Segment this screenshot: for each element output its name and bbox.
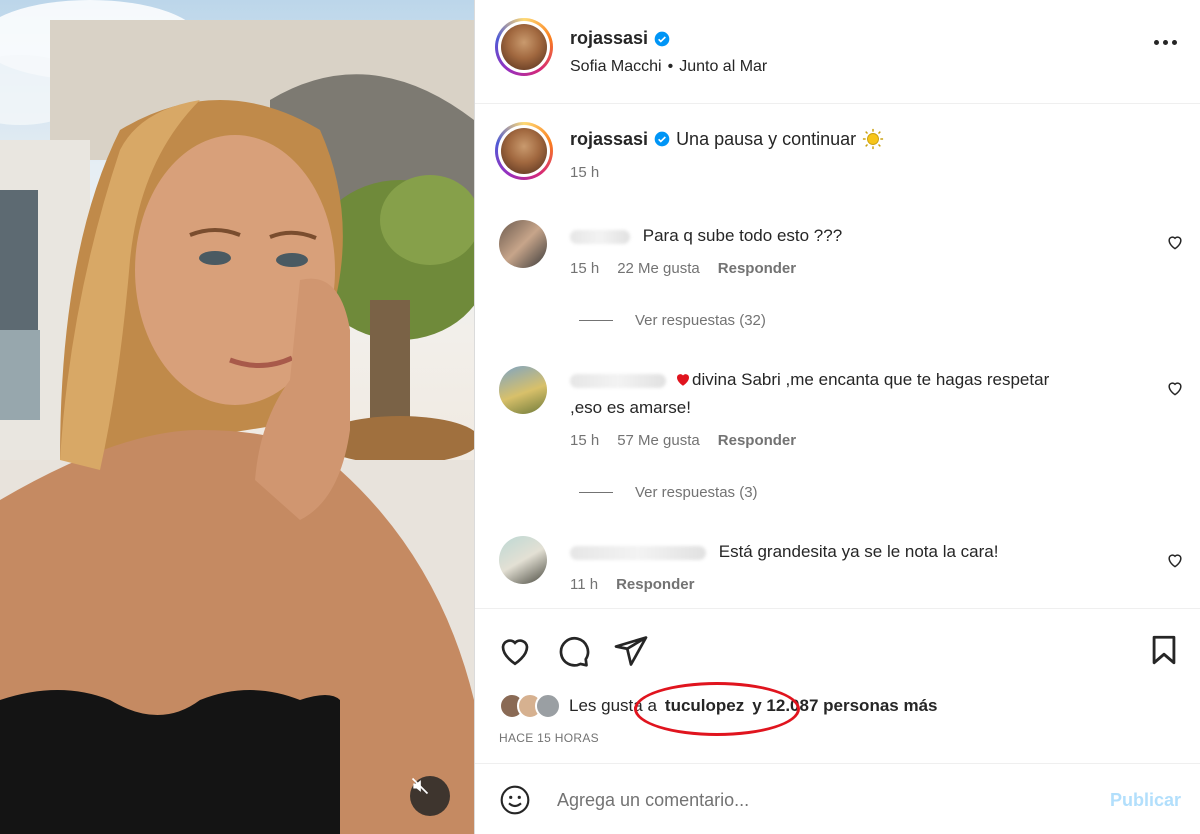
blurred-username [570,373,666,388]
comment-likes[interactable]: 22 Me gusta [617,260,700,277]
reply-button[interactable]: Responder [718,260,796,277]
sun-emoji-icon [863,128,884,150]
speaker-muted-icon [411,777,429,795]
comment-text-line: Está grandesita ya se le nota la cara! [570,538,998,566]
reply-button[interactable]: Responder [616,576,694,593]
save-bookmark-icon[interactable] [1147,633,1181,667]
verified-badge-icon [654,31,670,46]
likes-user[interactable]: tuculopez [665,696,744,716]
post-header: rojassasi Sofia Macchi • Junto al Mar [475,0,1200,104]
comment-text-line-2: ,eso es amarse! [570,398,691,417]
likes-prefix: Les gusta a [569,696,657,715]
verified-badge-icon [654,131,670,147]
caption-text: Una pausa y continuar [676,128,857,149]
blurred-username [570,545,706,560]
add-comment-bar: Publicar [475,766,1200,834]
comment-text-line: Para q sube todo esto ??? [570,222,842,250]
photo-illustration [0,0,474,834]
comment-text: Está grandesita ya se le nota la cara! [718,542,999,561]
more-options-icon[interactable] [1154,40,1177,45]
view-replies-label: Ver respuestas (3) [635,484,758,501]
likes-summary[interactable]: Les gusta a tuculopez y 12.087 personas … [499,693,937,719]
comment-bubble-icon[interactable] [555,633,591,669]
likes-suffix[interactable]: y 12.087 personas más [752,696,937,716]
comment-text-line: divina Sabri ,me encanta que te hagas re… [570,366,1049,394]
post-actions: Les gusta a tuculopez y 12.087 personas … [475,608,1200,764]
view-replies-button[interactable]: Ver respuestas (32) [579,312,766,329]
red-heart-emoji-icon [677,374,689,386]
post-side-panel: rojassasi Sofia Macchi • Junto al Mar ro… [474,0,1200,834]
view-replies-button[interactable]: Ver respuestas (3) [579,484,758,501]
like-heart-icon[interactable] [497,633,533,669]
blurred-username [570,229,630,244]
caption-username[interactable]: rojassasi [570,129,648,150]
comment-time: 15 h [570,260,600,277]
author-avatar[interactable] [495,18,553,76]
publish-button[interactable]: Publicar [1110,790,1181,811]
comment-time: 15 h [570,432,600,449]
commenter-avatar[interactable] [499,366,547,414]
comment-time: 11 h [570,576,599,593]
like-comment-heart-icon[interactable] [1165,550,1185,570]
author-username-row: rojassasi [570,28,670,49]
commenter-avatar[interactable] [499,536,547,584]
audio-separator: • [667,58,674,75]
author-username[interactable]: rojassasi [570,28,648,49]
caption-line: rojassasi Una pausa y continuar [570,128,884,150]
like-comment-heart-icon[interactable] [1165,232,1185,252]
instagram-post-window: rojassasi Sofia Macchi • Junto al Mar ro… [0,0,1200,834]
mute-audio-button[interactable] [410,776,450,816]
comment-input[interactable] [557,782,1077,818]
commenter-avatar[interactable] [499,220,547,268]
comment-meta: 15 h 57 Me gusta Responder [570,432,796,449]
comment-text: Para q sube todo esto ??? [642,226,843,245]
caption-time: 15 h [570,164,600,181]
share-paper-plane-icon[interactable] [613,633,649,669]
liker-avatars [499,693,561,719]
post-time-ago: HACE 15 HORAS [499,731,599,745]
caption-author-avatar[interactable] [495,122,553,180]
reply-button[interactable]: Responder [718,432,796,449]
comment-meta: 11 h Responder [570,576,694,593]
view-replies-label: Ver respuestas (32) [635,312,766,329]
liker-avatar [535,693,561,719]
comment-text: divina Sabri ,me encanta que te hagas re… [692,370,1050,389]
like-comment-heart-icon[interactable] [1165,378,1185,398]
comment-meta: 15 h 22 Me gusta Responder [570,260,796,277]
audio-track[interactable]: Junto al Mar [679,58,767,76]
comment-likes[interactable]: 57 Me gusta [617,432,700,449]
audio-info: Sofia Macchi • Junto al Mar [570,58,767,76]
post-photo[interactable] [0,0,474,834]
emoji-smiley-icon[interactable] [499,784,531,816]
audio-artist[interactable]: Sofia Macchi [570,58,662,76]
